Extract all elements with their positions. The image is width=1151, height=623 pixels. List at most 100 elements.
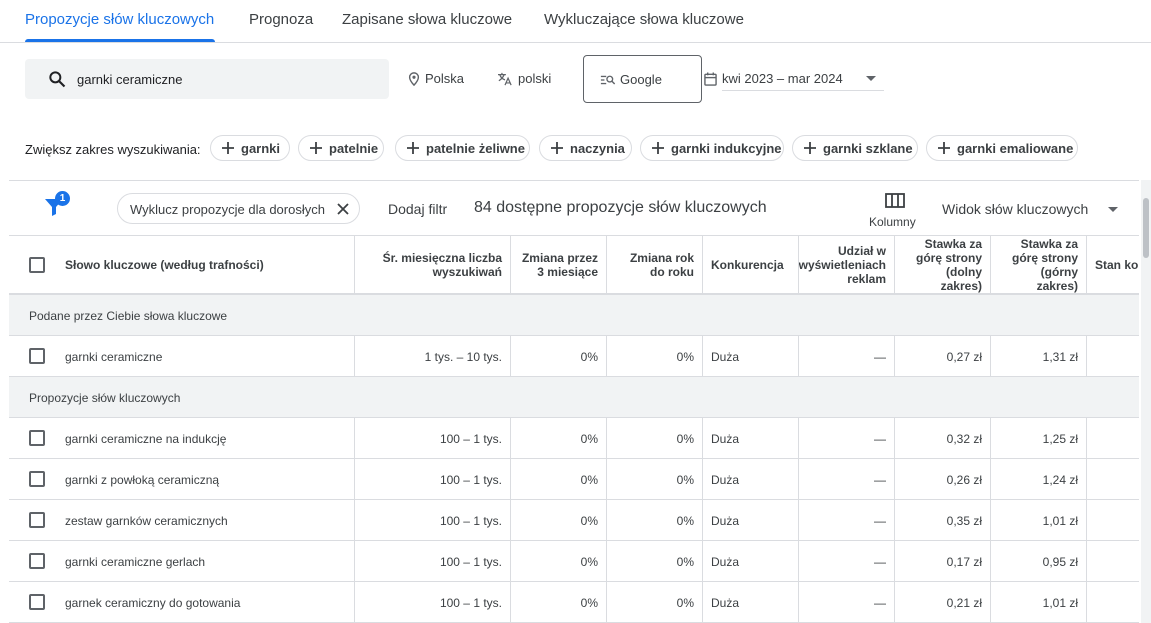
date-range-underline (722, 90, 884, 91)
select-all-checkbox[interactable] (29, 257, 45, 273)
bid-low-cell: 0,35 zł (895, 500, 991, 541)
column-header-label: Śr. miesięczna liczba wyszukiwań (382, 250, 502, 279)
column-header-3month-change[interactable]: Zmiana przez 3 miesiące (511, 236, 607, 293)
bid-low-cell: 0,27 zł (895, 336, 991, 377)
table-row[interactable]: garnki z powłoką ceramiczną 100 – 1 tys.… (9, 459, 1139, 500)
language-label: polski (518, 71, 552, 86)
suggestion-chip[interactable]: garnki (210, 135, 290, 161)
change-3m-cell: 0% (511, 541, 607, 582)
impression-share-cell: — (799, 541, 895, 582)
table-row[interactable]: garnki ceramiczne 1 tys. – 10 tys. 0% 0%… (9, 336, 1139, 377)
competition-cell: Duża (703, 459, 799, 500)
close-icon[interactable] (336, 202, 350, 216)
date-range-label: kwi 2023 – mar 2024 (722, 71, 843, 86)
date-range-selector[interactable]: kwi 2023 – mar 2024 (704, 71, 843, 86)
search-icon (49, 71, 66, 88)
suggestion-chip[interactable]: garnki emaliowane (926, 135, 1078, 161)
search-input[interactable]: garnki ceramiczne (25, 59, 389, 99)
account-status-cell (1087, 541, 1139, 582)
search-network-label: Google (620, 72, 662, 87)
columns-icon[interactable] (885, 192, 905, 210)
table-row[interactable]: zestaw garnków ceramicznych 100 – 1 tys.… (9, 500, 1139, 541)
search-network-icon (600, 75, 616, 85)
column-header-label: Stawka za górę strony (dolny zakres) (915, 236, 982, 293)
competition-cell: Duża (703, 418, 799, 459)
add-filter-button[interactable]: Dodaj filtr (388, 201, 447, 217)
keyword-count: 84 dostępne propozycje słów kluczowych (474, 199, 767, 216)
impression-share-cell: — (799, 500, 895, 541)
change-yoy-cell: 0% (607, 500, 703, 541)
suggestion-chip[interactable]: naczynia (539, 135, 632, 161)
avg-searches-cell: 1 tys. – 10 tys. (355, 336, 511, 377)
expand-search-label: Zwiększ zakres wyszukiwania: (25, 142, 201, 157)
change-3m-cell: 0% (511, 582, 607, 623)
calendar-icon (704, 72, 717, 86)
table-row[interactable]: garnki ceramiczne gerlach 100 – 1 tys. 0… (9, 541, 1139, 582)
location-selector[interactable]: Polska (408, 71, 464, 86)
change-3m-cell: 0% (511, 336, 607, 377)
plus-icon (222, 142, 234, 154)
exclude-adult-chip[interactable]: Wyklucz propozycje dla dorosłych (117, 193, 360, 224)
table-header: Słowo kluczowe (według trafności) Śr. mi… (9, 236, 1139, 295)
chip-label: patelnie żeliwne (426, 140, 525, 156)
language-selector[interactable]: polski (497, 71, 551, 86)
competition-cell: Duża (703, 500, 799, 541)
column-header-competition[interactable]: Konkurencja (703, 236, 799, 293)
suggestion-chip[interactable]: patelnie (298, 135, 384, 161)
column-header-avg-searches[interactable]: Śr. miesięczna liczba wyszukiwań (355, 236, 511, 293)
chip-label: garnki indukcyjne (671, 140, 782, 156)
change-yoy-cell: 0% (607, 336, 703, 377)
avg-searches-cell: 100 – 1 tys. (355, 459, 511, 500)
keyword-cell[interactable]: zestaw garnków ceramicznych (9, 500, 355, 541)
chevron-down-icon[interactable] (866, 76, 876, 81)
vertical-scrollbar[interactable] (1141, 180, 1151, 623)
column-header-label: Konkurencja (711, 257, 784, 272)
bid-high-cell: 1,01 zł (991, 500, 1087, 541)
search-value: garnki ceramiczne (77, 72, 183, 87)
account-status-cell (1087, 582, 1139, 623)
chip-label: naczynia (570, 140, 625, 156)
tab-bar: Propozycje słów kluczowych Prognoza Zapi… (0, 0, 1151, 43)
change-yoy-cell: 0% (607, 459, 703, 500)
change-yoy-cell: 0% (607, 418, 703, 459)
suggestion-chip[interactable]: garnki szklane (792, 135, 918, 161)
column-header-keyword[interactable]: Słowo kluczowe (według trafności) (9, 236, 355, 293)
plus-icon (407, 142, 419, 154)
keyword-cell[interactable]: garnki ceramiczne na indukcję (9, 418, 355, 459)
account-status-cell (1087, 459, 1139, 500)
filter-bar: 1 Wyklucz propozycje dla dorosłych Dodaj… (9, 180, 1139, 236)
keyword-cell[interactable]: garnki ceramiczne gerlach (9, 541, 355, 582)
tab-negative-keywords[interactable]: Wykluczające słowa kluczowe (544, 11, 744, 28)
suggestion-chip[interactable]: patelnie żeliwne (395, 135, 530, 161)
chevron-down-icon[interactable] (1108, 207, 1118, 212)
bid-high-cell: 1,01 zł (991, 582, 1087, 623)
chip-label: garnki emaliowane (957, 140, 1074, 156)
avg-searches-cell: 100 – 1 tys. (355, 582, 511, 623)
tab-forecast[interactable]: Prognoza (249, 11, 313, 28)
impression-share-cell: — (799, 459, 895, 500)
column-header-label: Słowo kluczowe (według trafności) (65, 257, 264, 272)
column-header-yoy-change[interactable]: Zmiana rok do roku (607, 236, 703, 293)
keyword-view-selector[interactable]: Widok słów kluczowych (942, 201, 1088, 217)
columns-label[interactable]: Kolumny (869, 215, 916, 229)
account-status-cell (1087, 336, 1139, 377)
column-header-bid-high[interactable]: Stawka za górę strony (górny zakres) (991, 236, 1087, 293)
column-header-account-status[interactable]: Stan konta (1087, 236, 1139, 293)
exclude-adult-label: Wyklucz propozycje dla dorosłych (130, 202, 325, 217)
keyword-cell[interactable]: garnek ceramiczny do gotowania (9, 582, 355, 623)
suggestion-chip[interactable]: garnki indukcyjne (640, 135, 784, 161)
column-header-impression-share[interactable]: Udział w wyświetleniach reklam (799, 236, 895, 293)
table-row[interactable]: garnek ceramiczny do gotowania 100 – 1 t… (9, 582, 1139, 623)
bid-high-cell: 1,24 zł (991, 459, 1087, 500)
tab-saved-keywords[interactable]: Zapisane słowa kluczowe (342, 11, 512, 28)
column-header-bid-low[interactable]: Stawka za górę strony (dolny zakres) (895, 236, 991, 293)
filter-count-badge: 1 (55, 191, 70, 206)
tab-keyword-ideas[interactable]: Propozycje słów kluczowych (25, 11, 214, 28)
keyword-cell[interactable]: garnki ceramiczne (9, 336, 355, 377)
plus-icon (804, 142, 816, 154)
search-network-selector[interactable]: Google (583, 55, 702, 103)
scrollbar-thumb[interactable] (1143, 198, 1149, 258)
table-row[interactable]: garnki ceramiczne na indukcję 100 – 1 ty… (9, 418, 1139, 459)
account-status-cell (1087, 418, 1139, 459)
keyword-cell[interactable]: garnki z powłoką ceramiczną (9, 459, 355, 500)
